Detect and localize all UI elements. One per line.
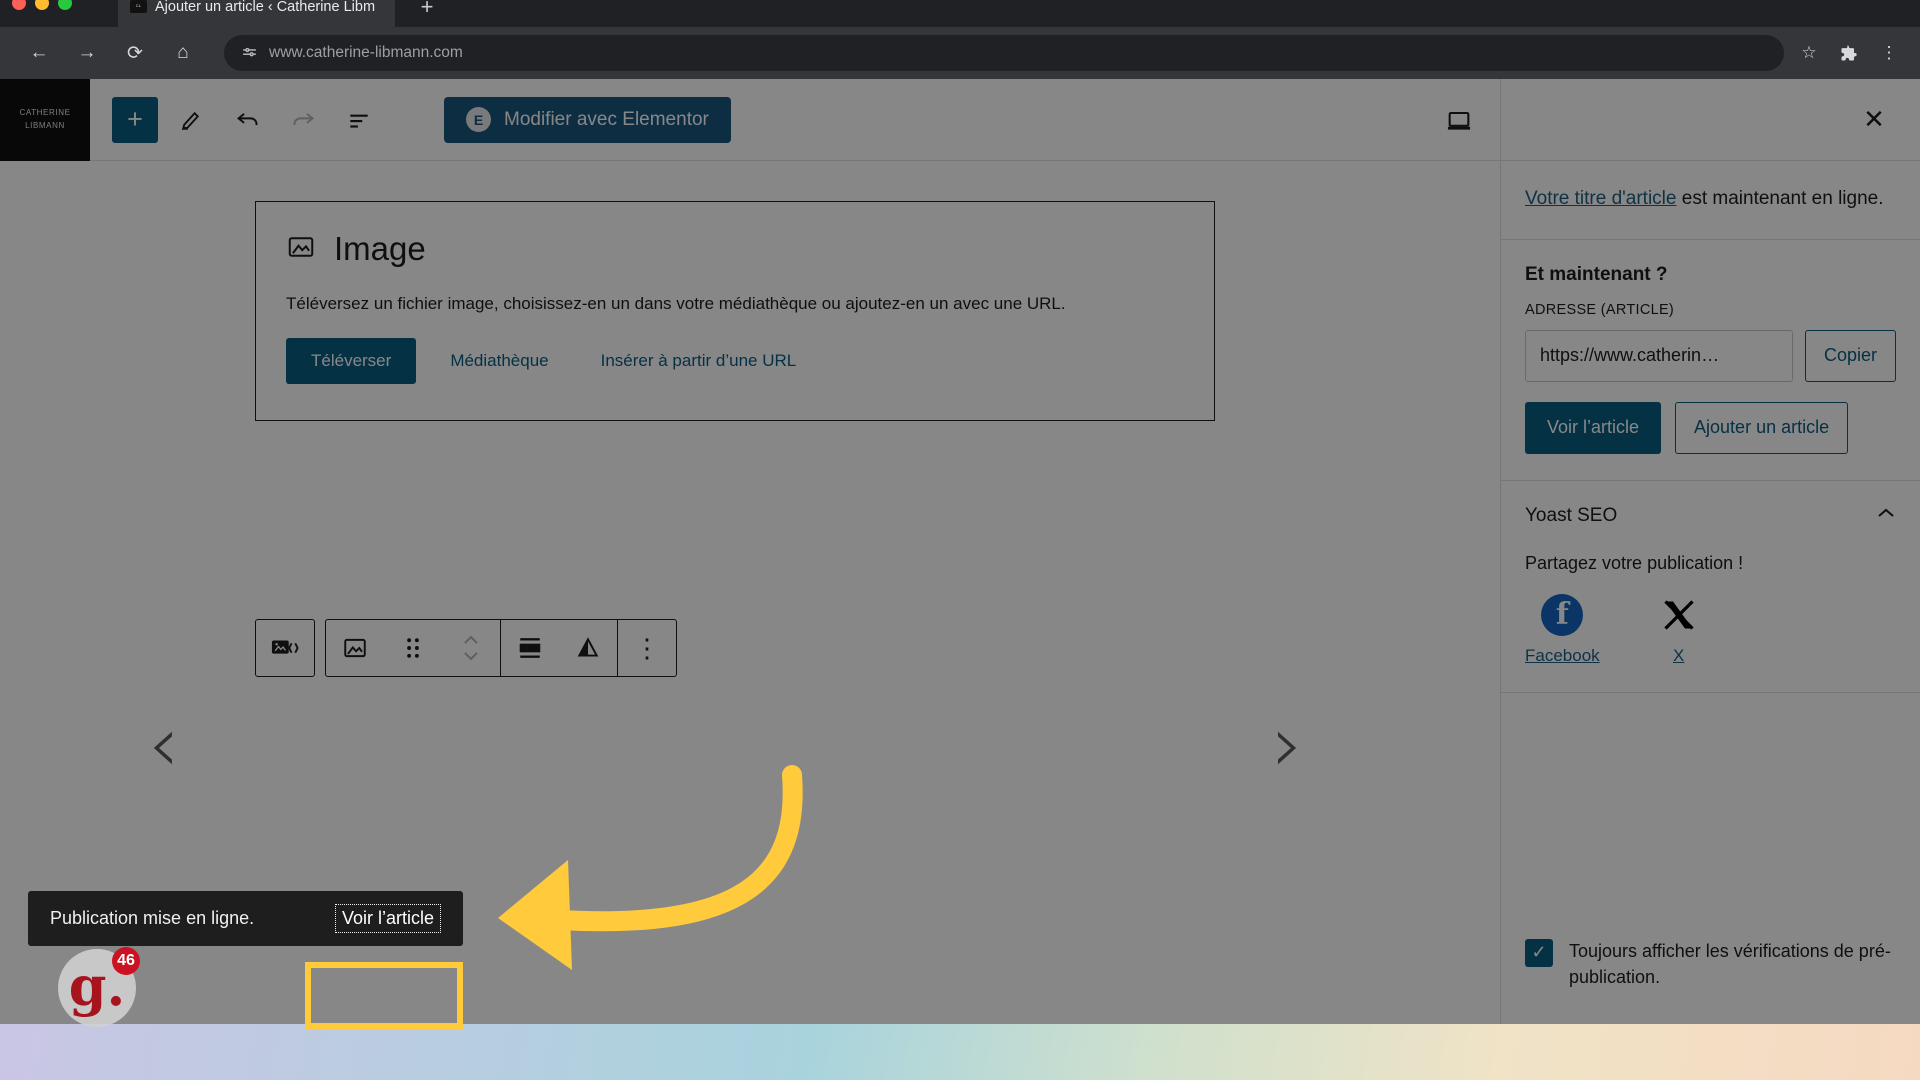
tab-favicon-icon: CL bbox=[130, 0, 147, 13]
forward-icon[interactable]: → bbox=[68, 34, 106, 72]
snackbar-view-post-button[interactable]: Voir l’article bbox=[334, 904, 441, 933]
address-bar[interactable]: www.catherine-libmann.com bbox=[224, 35, 1784, 71]
bookmark-star-icon[interactable]: ☆ bbox=[1792, 36, 1826, 70]
chevron-up-icon[interactable] bbox=[1876, 507, 1896, 524]
snackbar-notification: Publication mise en ligne. Voir l’articl… bbox=[28, 891, 463, 946]
image-block-title: Image bbox=[334, 230, 426, 267]
redo-icon[interactable] bbox=[280, 97, 326, 143]
minimize-window-button[interactable] bbox=[35, 0, 49, 10]
grammarly-count-badge: 46 bbox=[112, 947, 140, 975]
block-type-image-icon[interactable] bbox=[326, 620, 384, 676]
extensions-icon[interactable] bbox=[1832, 36, 1866, 70]
facebook-icon: f bbox=[1541, 593, 1584, 636]
publish-actions: Voir l’article Ajouter un article bbox=[1525, 401, 1896, 454]
address-row: https://www.catherin… Copier bbox=[1525, 329, 1896, 382]
image-placeholder-block[interactable]: Image Téléversez un fichier image, chois… bbox=[255, 201, 1215, 421]
address-label: ADRESSE (ARTICLE) bbox=[1525, 301, 1675, 318]
close-window-button[interactable] bbox=[12, 0, 26, 10]
edit-with-elementor-button[interactable]: E Modifier avec Elementor bbox=[444, 96, 731, 143]
facebook-label[interactable]: Facebook bbox=[1525, 646, 1600, 666]
prepublish-setting: ✓ Toujours afficher les vérifications de… bbox=[1501, 912, 1920, 1016]
prepublish-checkbox-row[interactable]: ✓ Toujours afficher les vérifications de… bbox=[1525, 938, 1896, 990]
share-prompt: Partagez votre publication ! bbox=[1525, 552, 1744, 573]
publish-confirmation-text: Votre titre d'article est maintenant en … bbox=[1525, 185, 1896, 213]
site-logo-line2: LIBMANN bbox=[25, 120, 65, 130]
desktop-wallpaper bbox=[0, 1024, 1920, 1080]
filter-triangle-icon[interactable] bbox=[559, 620, 617, 676]
upload-button[interactable]: Téléverser bbox=[286, 338, 417, 384]
close-icon[interactable]: ✕ bbox=[1852, 98, 1896, 142]
view-post-button[interactable]: Voir l’article bbox=[1525, 401, 1662, 454]
tab-title: Ajouter un article ‹ Catherine Libm bbox=[155, 0, 376, 15]
prepublish-checkbox-label: Toujours afficher les vérifications de p… bbox=[1569, 940, 1891, 987]
tab-favicon-text: CL bbox=[135, 3, 142, 9]
elementor-logo-icon: E bbox=[466, 107, 491, 132]
drag-handle-icon[interactable] bbox=[384, 620, 442, 676]
post-title-link[interactable]: Votre titre d'article bbox=[1525, 188, 1676, 209]
yoast-seo-section: Yoast SEO Partagez votre publication ! f… bbox=[1501, 481, 1920, 693]
maximize-window-button[interactable] bbox=[58, 0, 72, 10]
editor-canvas: Image Téléversez un fichier image, chois… bbox=[0, 161, 1478, 941]
pencil-icon[interactable] bbox=[168, 97, 214, 143]
wordpress-editor: CATHERINE LIBMANN + E Modifier avec Elem… bbox=[0, 78, 1920, 1080]
grammarly-badge[interactable]: g. 46 bbox=[58, 947, 140, 1027]
browser-tab-strip: CL Ajouter un article ‹ Catherine Libm + bbox=[0, 0, 1920, 27]
block-controls-group: ⋮ bbox=[325, 619, 677, 677]
site-logo-line1: CATHERINE bbox=[19, 107, 71, 117]
publish-panel-header: ✕ bbox=[1501, 79, 1920, 161]
browser-menu-icon[interactable]: ⋮ bbox=[1872, 36, 1906, 70]
highlight-box bbox=[305, 962, 463, 1029]
document-overview-icon[interactable] bbox=[336, 97, 382, 143]
publish-confirmation-rest: est maintenant en ligne. bbox=[1676, 188, 1884, 209]
more-options-icon[interactable]: ⋮ bbox=[618, 620, 676, 676]
new-tab-button[interactable]: + bbox=[410, 0, 444, 24]
browser-toolbar-right: ☆ ⋮ bbox=[1792, 36, 1906, 70]
site-settings-icon[interactable] bbox=[240, 44, 258, 62]
home-icon[interactable]: ⌂ bbox=[164, 34, 202, 72]
insert-from-url-button[interactable]: Insérer à partir d’une URL bbox=[583, 338, 815, 384]
image-code-block-icon[interactable] bbox=[256, 620, 314, 676]
copy-button[interactable]: Copier bbox=[1804, 329, 1896, 382]
window-controls bbox=[12, 0, 72, 10]
whats-next-section: Et maintenant ? ADRESSE (ARTICLE) https:… bbox=[1501, 240, 1920, 481]
post-address-input[interactable]: https://www.catherin… bbox=[1525, 329, 1793, 382]
slider-next-arrow[interactable]: › bbox=[1272, 706, 1303, 784]
image-block-actions: Téléverser Médiathèque Insérer à partir … bbox=[286, 338, 1184, 384]
block-toolbar: ⋮ bbox=[255, 619, 677, 677]
editor-header-right bbox=[1426, 97, 1500, 143]
add-block-button[interactable]: + bbox=[112, 96, 158, 143]
x-label[interactable]: X bbox=[1673, 646, 1684, 666]
desktop-preview-icon[interactable] bbox=[1436, 97, 1482, 143]
post-publish-panel: ✕ Votre titre d'article est maintenant e… bbox=[1500, 79, 1920, 1024]
x-icon bbox=[1658, 594, 1700, 636]
slider-prev-arrow[interactable]: ‹ bbox=[148, 706, 179, 784]
editor-header: CATHERINE LIBMANN + E Modifier avec Elem… bbox=[0, 78, 1500, 161]
image-block-header: Image bbox=[286, 230, 1184, 268]
snackbar-message: Publication mise en ligne. bbox=[50, 908, 255, 928]
publish-confirmation-section: Votre titre d'article est maintenant en … bbox=[1501, 161, 1920, 240]
whats-next-heading: Et maintenant ? bbox=[1525, 263, 1668, 285]
elementor-button-label: Modifier avec Elementor bbox=[504, 108, 709, 130]
share-buttons: f Facebook X bbox=[1525, 593, 1896, 666]
reload-icon[interactable]: ⟳ bbox=[116, 34, 154, 72]
move-updown-icons[interactable] bbox=[442, 620, 500, 676]
prepublish-checkbox[interactable]: ✓ bbox=[1525, 938, 1553, 967]
yoast-header[interactable]: Yoast SEO bbox=[1525, 505, 1896, 527]
browser-tab[interactable]: CL Ajouter un article ‹ Catherine Libm bbox=[118, 0, 395, 27]
address-bar-url: www.catherine-libmann.com bbox=[269, 44, 463, 61]
add-post-button[interactable]: Ajouter un article bbox=[1675, 401, 1849, 454]
yoast-title: Yoast SEO bbox=[1525, 504, 1618, 526]
share-facebook[interactable]: f Facebook bbox=[1525, 593, 1600, 666]
undo-icon[interactable] bbox=[224, 97, 270, 143]
align-icon[interactable] bbox=[501, 620, 559, 676]
image-block-description: Téléversez un fichier image, choisissez-… bbox=[286, 294, 1066, 313]
media-library-button[interactable]: Médiathèque bbox=[432, 338, 566, 384]
parent-block-group bbox=[255, 619, 315, 677]
site-logo[interactable]: CATHERINE LIBMANN bbox=[0, 78, 90, 161]
share-x[interactable]: X bbox=[1658, 594, 1700, 666]
browser-toolbar: ← → ⟳ ⌂ www.catherine-libmann.com ☆ ⋮ bbox=[0, 27, 1920, 79]
back-icon[interactable]: ← bbox=[20, 34, 58, 72]
screen: CL Ajouter un article ‹ Catherine Libm +… bbox=[0, 0, 1920, 1080]
image-icon bbox=[286, 232, 316, 267]
